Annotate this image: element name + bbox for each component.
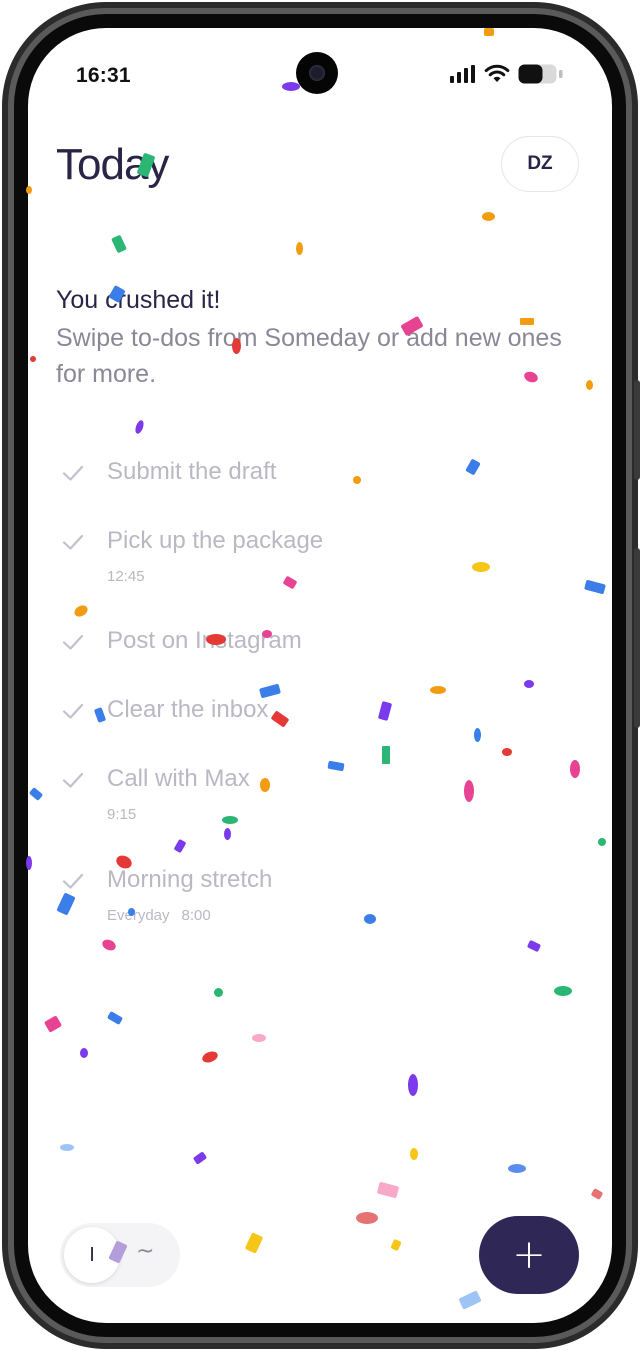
task-time: 9:15 xyxy=(107,806,137,823)
front-camera xyxy=(296,52,338,94)
checkmark-icon xyxy=(62,772,84,788)
task-time: 12:45 xyxy=(107,568,145,585)
app-screen: 16:31 Today DZ You crushed it! Swipe to-… xyxy=(28,28,612,1323)
avatar[interactable]: DZ xyxy=(501,136,579,192)
task-title: Post on Instagram xyxy=(107,627,302,654)
checkmark-icon xyxy=(62,703,84,719)
task-repeat: Everyday xyxy=(107,907,170,924)
cellular-signal-icon xyxy=(450,65,475,83)
toggle-selected-option[interactable]: I xyxy=(64,1227,120,1283)
wifi-icon xyxy=(484,64,510,82)
task-title: Clear the inbox xyxy=(107,696,269,723)
task-title: Pick up the package xyxy=(107,527,324,554)
task-time: 8:00 xyxy=(181,907,211,924)
checkmark-icon xyxy=(62,534,84,550)
phone-frame: 16:31 Today DZ You crushed it! Swipe to-… xyxy=(0,0,640,1351)
list-item[interactable]: Clear the inbox xyxy=(56,696,576,730)
view-toggle[interactable]: I ~ xyxy=(60,1223,180,1287)
toggle-other-option[interactable]: ~ xyxy=(136,1239,154,1264)
completion-message: Swipe to-dos from Someday or add new one… xyxy=(56,324,562,388)
volume-button xyxy=(634,548,640,728)
checkmark-icon xyxy=(62,634,84,650)
checkmark-icon xyxy=(62,873,84,889)
list-item[interactable]: Submit the draft xyxy=(56,458,576,492)
battery-icon xyxy=(518,64,563,84)
list-item[interactable]: Call with Max 9:15 xyxy=(56,765,576,827)
task-meta: Everyday 8:00 xyxy=(107,907,211,924)
task-title: Submit the draft xyxy=(107,458,277,485)
status-icons xyxy=(450,64,564,84)
completion-headline: You crushed it! xyxy=(56,286,221,314)
task-title: Morning stretch xyxy=(107,866,273,893)
list-item[interactable]: Pick up the package 12:45 xyxy=(56,527,576,589)
status-time: 16:31 xyxy=(76,64,131,87)
task-title: Call with Max xyxy=(107,765,250,792)
checkmark-icon xyxy=(62,465,84,481)
list-item[interactable]: Morning stretch Everyday 8:00 xyxy=(56,866,576,928)
add-task-button[interactable]: + xyxy=(479,1216,579,1294)
list-item[interactable]: Post on Instagram xyxy=(56,627,576,661)
action-button xyxy=(634,380,640,480)
page-title: Today xyxy=(56,140,169,189)
